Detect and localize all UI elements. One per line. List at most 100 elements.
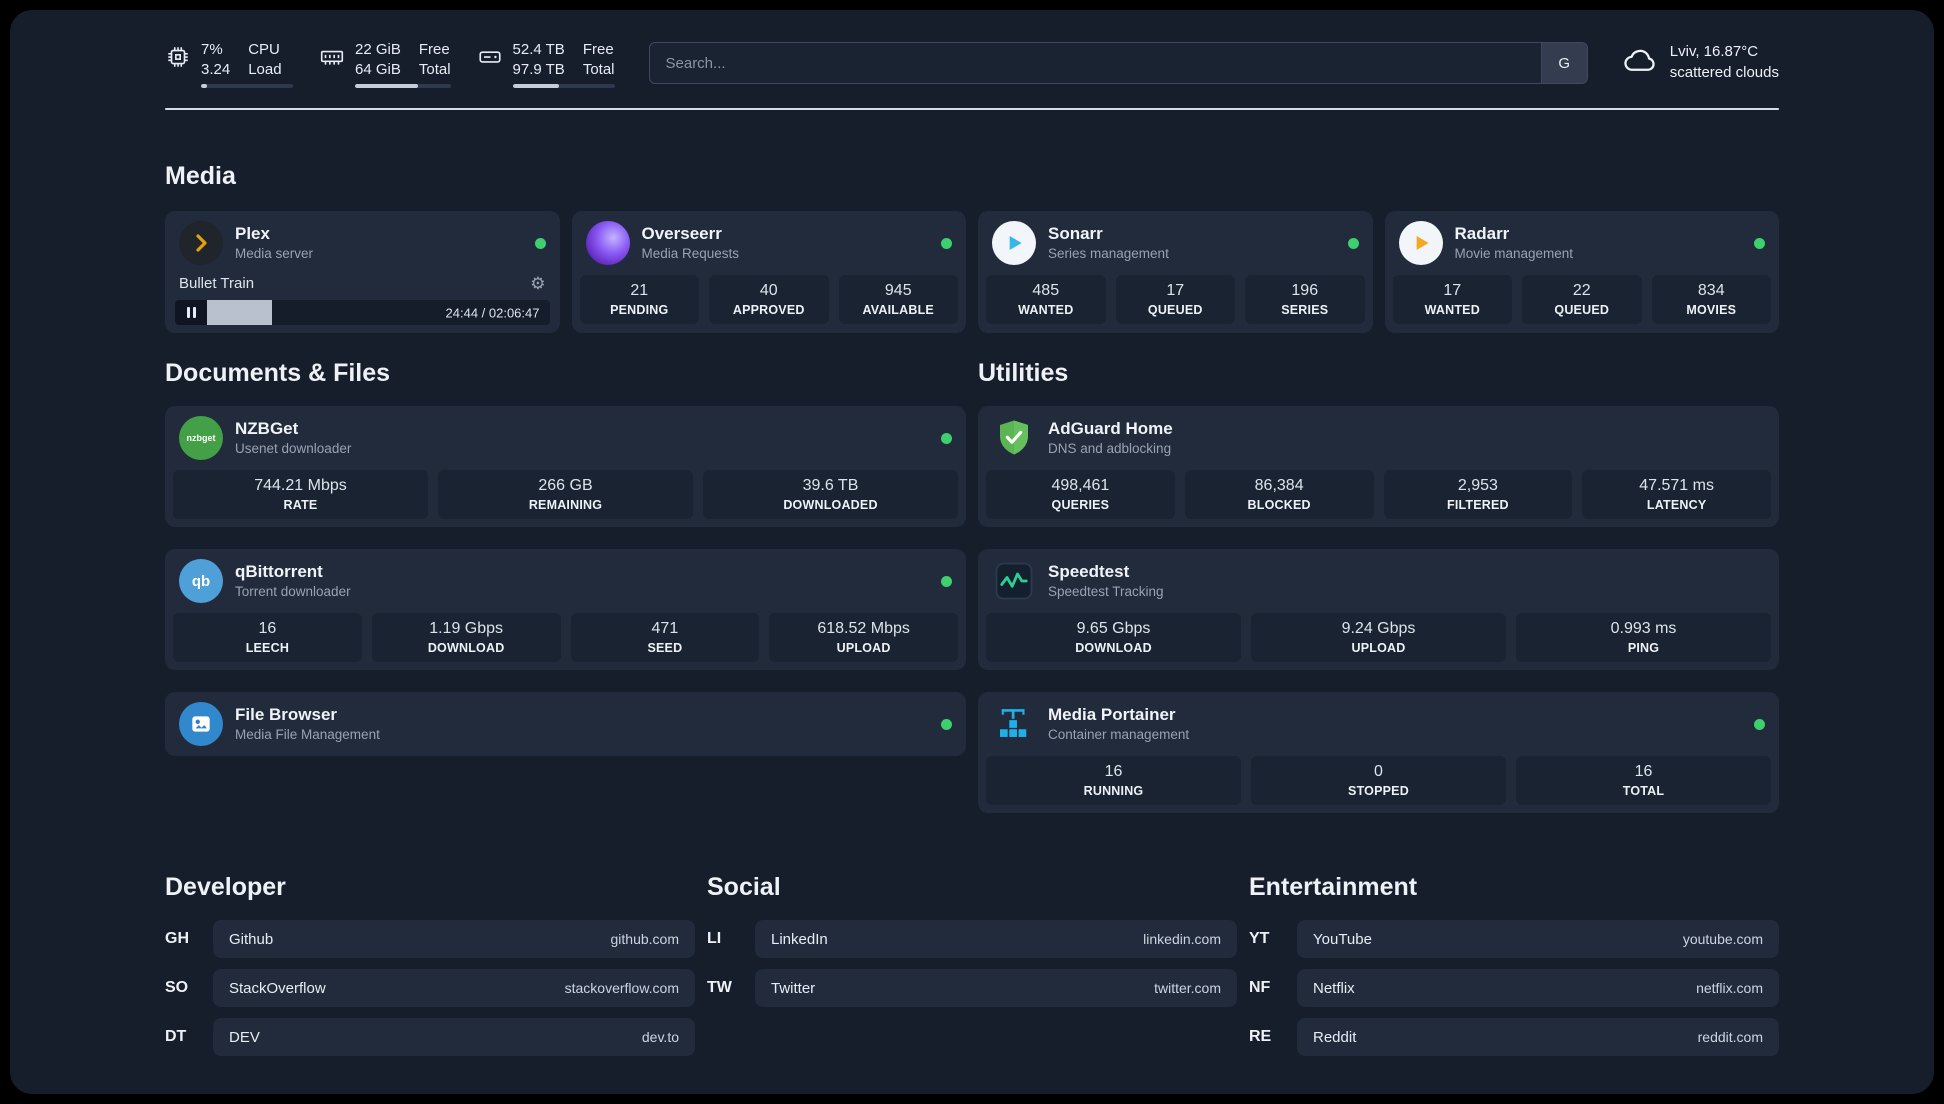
search-input[interactable] — [649, 54, 1541, 72]
developer-section-title: Developer — [165, 873, 286, 901]
radarr-card[interactable]: Radarr Movie management 17 WANTED 22 QUE… — [1384, 211, 1779, 333]
stat-tile: 16 RUNNING — [986, 756, 1241, 805]
stat-tile: 471 SEED — [570, 613, 760, 662]
stat-value: 498,461 — [1051, 477, 1110, 494]
bookmark-name: Netflix — [1313, 979, 1355, 997]
bookmark-link-linkedin[interactable]: LinkedIn linkedin.com — [755, 920, 1237, 958]
bookmark-link-twitter[interactable]: Twitter twitter.com — [755, 969, 1237, 1007]
gear-icon[interactable]: ⚙ — [530, 275, 545, 292]
app-name: Plex — [235, 224, 270, 244]
portainer-card[interactable]: Media Portainer Container management 16 … — [978, 692, 1779, 813]
bookmark-name: StackOverflow — [229, 979, 326, 997]
entertainment-bookmarks: Entertainment YT YouTube youtube.com NF … — [1249, 873, 1779, 1056]
app-name: File Browser — [235, 705, 338, 725]
bookmark-abbr: SO — [165, 979, 189, 996]
disk-metric: 52.4 TB 97.9 TB Free Total — [477, 40, 615, 88]
app-subtitle: DNS and adblocking — [1048, 440, 1172, 456]
bookmark-link-dev[interactable]: DEV dev.to — [213, 1018, 695, 1056]
overseerr-card[interactable]: Overseerr Media Requests 21 PENDING 40 A… — [571, 211, 966, 333]
stat-label: QUEUED — [1147, 303, 1203, 317]
qbittorrent-card[interactable]: qb qBittorrent Torrent downloader 16 LEE… — [165, 549, 966, 670]
entertainment-section-title: Entertainment — [1249, 873, 1418, 901]
stat-tile: 266 GB REMAINING — [438, 470, 693, 519]
cloud-icon — [1622, 42, 1658, 83]
stat-tile: 0 STOPPED — [1251, 756, 1506, 805]
app-subtitle: Speedtest Tracking — [1048, 583, 1164, 599]
stat-tile: 945 AVAILABLE — [838, 275, 958, 324]
bookmark-link-reddit[interactable]: Reddit reddit.com — [1297, 1018, 1779, 1056]
stat-label: SEED — [647, 641, 683, 655]
stat-label: SERIES — [1281, 303, 1329, 317]
portainer-crane-icon — [992, 702, 1036, 746]
search-engine-button[interactable]: G — [1540, 43, 1587, 83]
app-name: AdGuard Home — [1048, 419, 1173, 439]
stat-tile: 2,953 FILTERED — [1383, 470, 1573, 519]
weather-widget: Lviv, 16.87°C scattered clouds — [1622, 42, 1779, 83]
status-dot — [1347, 237, 1359, 249]
stat-value: 834 — [1697, 282, 1725, 299]
adguard-card[interactable]: AdGuard Home DNS and adblocking 498,461 … — [978, 406, 1779, 527]
sonarr-card[interactable]: Sonarr Series management 485 WANTED 17 Q… — [978, 211, 1373, 333]
filebrowser-icon — [179, 702, 223, 746]
bookmark-link-stackoverflow[interactable]: StackOverflow stackoverflow.com — [213, 969, 695, 1007]
filebrowser-card[interactable]: File Browser Media File Management — [165, 692, 966, 756]
stat-value: 485 — [1032, 282, 1060, 299]
pause-button[interactable] — [175, 300, 207, 325]
stat-label: UPLOAD — [1351, 641, 1406, 655]
ram-total-value: 64 GiB — [355, 60, 401, 78]
weather-location: Lviv, 16.87°C — [1669, 43, 1759, 61]
stat-tile: 39.6 TB DOWNLOADED — [703, 470, 958, 519]
app-name: Overseerr — [641, 224, 722, 244]
bookmark-url: github.com — [610, 931, 679, 947]
stat-value: 471 — [651, 620, 679, 637]
bookmark-link-github[interactable]: Github github.com — [213, 920, 695, 958]
search-bar: G — [648, 42, 1588, 84]
bookmark-url: twitter.com — [1154, 980, 1221, 996]
bookmark-row: NF Netflix netflix.com — [1249, 969, 1779, 1007]
bookmark-url: dev.to — [641, 1029, 679, 1045]
stat-value: 266 GB — [538, 477, 593, 494]
status-dot — [1754, 237, 1765, 249]
bookmark-link-youtube[interactable]: YouTube youtube.com — [1297, 920, 1779, 958]
bookmark-row: LI LinkedIn linkedin.com — [707, 920, 1237, 958]
radarr-icon — [1398, 221, 1443, 265]
status-dot — [941, 432, 952, 444]
status-dot — [941, 237, 952, 249]
stat-value: 16 — [258, 620, 277, 637]
playback-progress-track[interactable]: 24:44 / 02:06:47 — [207, 300, 550, 325]
bookmark-link-netflix[interactable]: Netflix netflix.com — [1297, 969, 1779, 1007]
bookmark-abbr: LI — [707, 930, 722, 947]
stat-tile: 40 APPROVED — [709, 275, 829, 324]
stat-value: 9.24 Gbps — [1341, 620, 1416, 637]
cpu-load-value: 3.24 — [201, 60, 231, 78]
stat-label: WANTED — [1424, 303, 1480, 317]
stat-value: 744.21 Mbps — [254, 477, 347, 494]
bookmark-row: TW Twitter twitter.com — [707, 969, 1237, 1007]
app-name: Media Portainer — [1048, 705, 1176, 725]
ram-icon — [319, 44, 345, 75]
ram-metric: 22 GiB 64 GiB Free Total — [319, 40, 451, 88]
nzbget-card[interactable]: nzbget NZBGet Usenet downloader 744.21 M… — [165, 406, 966, 527]
bookmark-abbr: TW — [707, 979, 732, 996]
stat-label: QUEUED — [1554, 303, 1610, 317]
bookmark-row: GH Github github.com — [165, 920, 695, 958]
stat-tile: 196 SERIES — [1245, 275, 1365, 324]
playback-time: 24:44 / 02:06:47 — [445, 305, 540, 320]
sonarr-icon — [992, 221, 1036, 265]
stat-tile: 618.52 Mbps UPLOAD — [769, 613, 958, 662]
stat-value: 1.19 Gbps — [429, 620, 504, 637]
speedtest-card[interactable]: Speedtest Speedtest Tracking 9.65 Gbps D… — [978, 549, 1779, 670]
stat-label: AVAILABLE — [862, 303, 934, 317]
bookmark-abbr: YT — [1249, 930, 1270, 947]
documents-section-title: Documents & Files — [165, 359, 391, 387]
qbittorrent-icon: qb — [179, 559, 223, 603]
stat-tile: 1.19 Gbps DOWNLOAD — [371, 613, 561, 662]
adguard-shield-icon — [992, 416, 1036, 460]
app-subtitle: Media server — [235, 245, 314, 261]
bookmark-row: YT YouTube youtube.com — [1249, 920, 1779, 958]
plex-card[interactable]: Plex Media server Bullet Train ⚙ 24:44 /… — [165, 211, 560, 333]
bookmark-abbr: DT — [165, 1028, 187, 1045]
app-name: qBittorrent — [235, 562, 323, 582]
app-name: NZBGet — [235, 419, 299, 439]
app-name: Radarr — [1454, 224, 1510, 244]
